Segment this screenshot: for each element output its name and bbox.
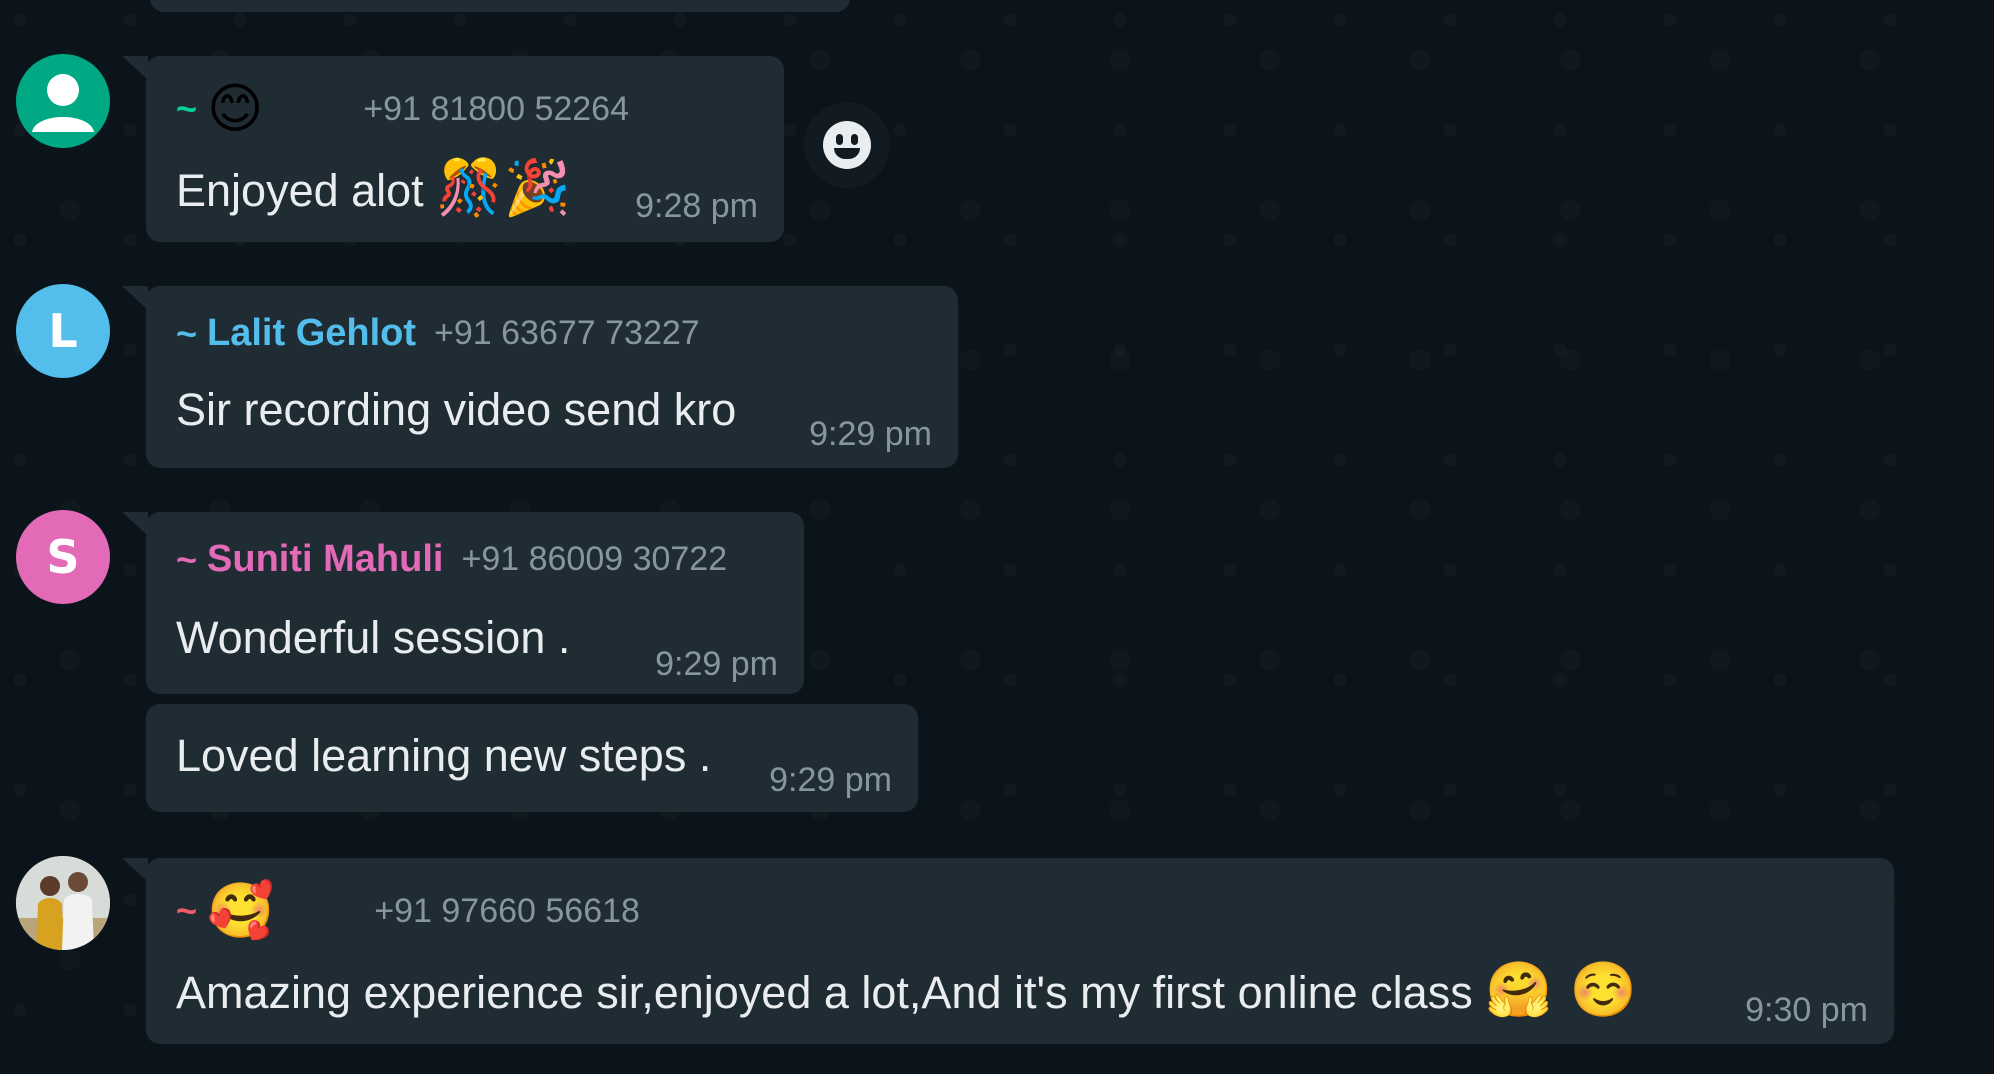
chat-background: ~ 😊 +91 81800 52264 Enjoyed alot 🎊🎉 9:28…	[0, 0, 1994, 1074]
sender-phone: +91 97660 56618	[374, 891, 640, 930]
sender-emoji: 🥰	[207, 879, 275, 942]
message-bubble-5[interactable]: ~ 🥰 +91 97660 56618 Amazing experience s…	[122, 858, 1894, 1044]
sender-phone: +91 86009 30722	[461, 540, 728, 578]
message-bubble-3[interactable]: ~ Suniti Mahuli +91 86009 30722 Wonderfu…	[122, 512, 804, 694]
message-time: 9:29 pm	[769, 761, 892, 799]
sender-tilde: ~	[176, 538, 198, 580]
emoji-react-icon[interactable]	[804, 102, 890, 188]
message-text: Enjoyed alot 🎊🎉	[176, 156, 571, 220]
sender-name[interactable]: Suniti Mahuli	[207, 538, 443, 581]
message-bubble-2[interactable]: ~ Lalit Gehlot +91 63677 73227 Sir recor…	[122, 286, 958, 468]
previous-message-bubble[interactable]	[150, 0, 850, 12]
sender-row: ~ Suniti Mahuli +91 86009 30722	[176, 538, 727, 581]
message-bubble-4[interactable]: Loved learning new steps . 9:29 pm	[146, 704, 918, 812]
sender-tilde: ~	[176, 88, 198, 129]
sender-tilde: ~	[176, 312, 198, 354]
default-user-icon[interactable]	[16, 54, 110, 148]
message-time: 9:30 pm	[1745, 991, 1868, 1029]
message-bubble-1[interactable]: ~ 😊 +91 81800 52264 Enjoyed alot 🎊🎉 9:28…	[122, 56, 784, 242]
sender-phone: +91 63677 73227	[434, 314, 700, 352]
sender-emoji: 😊	[207, 77, 264, 140]
sender-row: ~ Lalit Gehlot +91 63677 73227	[176, 312, 700, 355]
message-text-body: Enjoyed alot	[176, 165, 424, 216]
avatar-letter-l[interactable]: L	[16, 284, 110, 378]
message-text-body: Amazing experience sir,enjoyed a lot,And…	[176, 967, 1473, 1018]
message-time: 9:29 pm	[655, 645, 778, 683]
profile-photo-icon[interactable]	[16, 856, 110, 950]
sender-tilde: ~	[176, 890, 198, 931]
profile-photo	[16, 856, 110, 950]
message-text: Amazing experience sir,enjoyed a lot,And…	[176, 958, 1637, 1022]
avatar-letter-s[interactable]: S	[16, 510, 110, 604]
sender-row: ~ 🥰 +91 97660 56618	[176, 884, 640, 938]
message-time: 9:28 pm	[635, 187, 758, 225]
message-text: Wonderful session .	[176, 612, 571, 663]
sender-name[interactable]: Lalit Gehlot	[207, 312, 416, 355]
avatar-silhouette	[32, 74, 94, 132]
sender-phone: +91 81800 52264	[363, 89, 629, 128]
smiley-face-icon	[823, 121, 871, 169]
message-emoji: 🎊🎉	[436, 156, 571, 219]
message-text: Loved learning new steps .	[176, 730, 712, 781]
message-time: 9:29 pm	[809, 415, 932, 453]
sender-row: ~ 😊 +91 81800 52264	[176, 82, 629, 136]
message-text: Sir recording video send kro	[176, 384, 737, 435]
message-emoji: 🤗 ☺️	[1485, 958, 1637, 1021]
